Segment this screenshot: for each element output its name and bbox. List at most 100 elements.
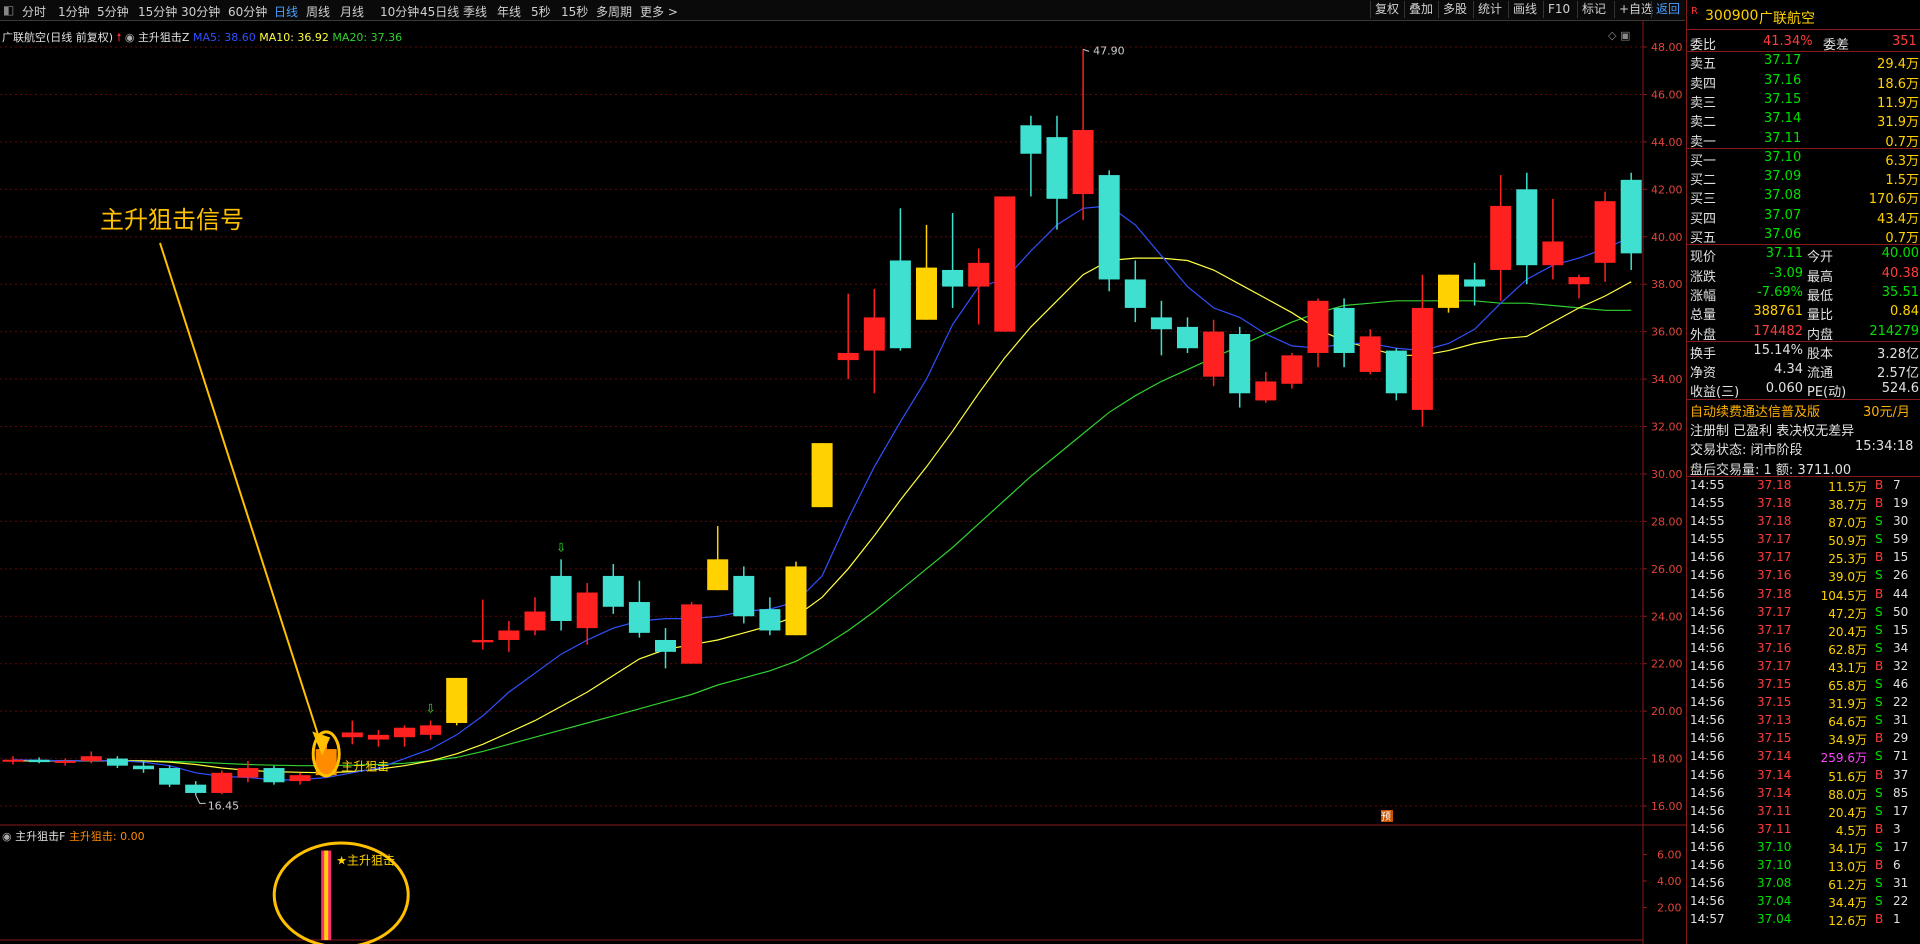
candle (916, 224, 937, 320)
chart-header: 广联航空(日线 前复权) 🠕 ◉ 主升狙击Z MA5: 38.60 MA10: … (2, 29, 402, 48)
fund-value: 3.28亿 (1877, 346, 1919, 362)
candle-body (54, 760, 76, 763)
candle-body (759, 609, 781, 631)
tick-side: S (1875, 803, 1883, 818)
toolbar-button[interactable]: 复权 (1370, 1, 1404, 18)
timeframe-tab[interactable]: 5秒 (531, 3, 551, 20)
tick-time: 14:56 (1690, 658, 1725, 673)
candle-body (1150, 317, 1172, 330)
promo-price[interactable]: 30元/月 (1863, 401, 1910, 420)
tick-side: B (1875, 731, 1884, 746)
indicator-name[interactable]: 主升狙击Z (138, 31, 190, 44)
candle (707, 526, 729, 591)
candle (1464, 262, 1486, 306)
chart-annotations: 主升狙击 47.90 16.45 ⇩ ⇩ 预 (159, 44, 1393, 823)
chart-corner-icons: ◇ ▣ (1608, 29, 1630, 42)
trade-status: 交易状态: 闭市阶段 (1690, 443, 1803, 459)
candle (785, 561, 807, 636)
panel-divider (1687, 147, 1920, 149)
tick-volume: 34.9万 (1828, 733, 1867, 748)
buy-arrow-icon: ⇩ (426, 702, 436, 716)
timeframe-tab[interactable]: 分时 (22, 3, 46, 20)
candle-body (628, 602, 650, 633)
toolbar-button[interactable]: 返回 (1651, 1, 1685, 18)
timeframe-tab[interactable]: 周线 (306, 3, 330, 20)
toolbar-button[interactable]: 多股 (1438, 1, 1473, 18)
timeframe-tab[interactable]: 5分钟 (97, 3, 129, 20)
tick-volume: 34.1万 (1828, 841, 1867, 856)
toolbar-button[interactable]: 画线 (1508, 1, 1543, 18)
menu-toggle-icon[interactable]: ◧ (3, 3, 14, 17)
diamond-icon[interactable]: ◇ (1608, 29, 1616, 42)
candle (1594, 191, 1616, 282)
tick-volume: 65.8万 (1828, 679, 1867, 693)
tick-side: B (1875, 767, 1884, 782)
timeframe-tab[interactable]: 15分钟 (138, 3, 177, 20)
stat-label: 最低 (1807, 288, 1834, 304)
toolbar-button[interactable]: F10 (1543, 1, 1577, 18)
low-price-label: 16.45 (208, 799, 240, 812)
tick-volume: 50.9万 (1828, 534, 1867, 549)
stock-name: 广联航空 (1759, 11, 1815, 27)
window-icon[interactable]: ▣ (1620, 29, 1630, 42)
candle (655, 628, 676, 669)
timeframe-tab[interactable]: 1分钟 (58, 3, 90, 20)
fund-value: 524.6 (1881, 381, 1919, 397)
dropdown-icon[interactable]: ◉ (125, 31, 135, 44)
timeframe-tab[interactable]: 更多 > (640, 3, 678, 20)
toolbar-button[interactable]: 标记 (1577, 1, 1614, 18)
toolbar-button[interactable]: +自选 (1614, 1, 1653, 18)
tick-count: 22 (1893, 695, 1909, 710)
toolbar-button[interactable]: 叠加 (1404, 1, 1438, 18)
candle-body (1490, 205, 1512, 270)
candle-body (785, 566, 807, 636)
promo-text-2: 注册制 已盈利 表决权无差异 (1690, 424, 1855, 439)
sub-indicator-name[interactable]: 主升狙击F (15, 830, 65, 843)
timeframe-tab[interactable]: 15秒 (561, 3, 588, 20)
timeframe-tab[interactable]: 10分钟 (380, 3, 419, 20)
stat-label: 内盘 (1807, 327, 1834, 343)
timeframe-tab[interactable]: 多周期 (596, 3, 632, 20)
candle (498, 620, 520, 652)
tick-price: 37.04 (1757, 894, 1792, 909)
timeframe-tab[interactable]: 年线 (497, 3, 521, 20)
axis-label: 46.00 (1651, 88, 1683, 101)
stat-label: 量比 (1807, 308, 1834, 324)
tick-count: 31 (1893, 876, 1909, 891)
tick-time: 14:56 (1690, 894, 1725, 909)
kline-chart[interactable]: 主升狙击 47.90 16.45 ⇩ ⇩ 预 48.00 46.00 44.00 42.00 40… (0, 20, 1686, 944)
candle (1490, 175, 1512, 301)
timeframe-tab[interactable]: 45日线 (420, 3, 459, 20)
stat-label: 最高 (1807, 269, 1834, 285)
axis-label: 24.00 (1651, 610, 1683, 623)
tick-price: 37.16 (1757, 640, 1792, 655)
candle (159, 765, 181, 788)
panel-divider (1687, 398, 1920, 400)
ask-label: 卖五 (1690, 57, 1717, 73)
timeframe-tab[interactable]: 30分钟 (181, 3, 220, 20)
stat-value: 0.84 (1890, 304, 1919, 320)
tick-time: 14:55 (1690, 532, 1725, 547)
tick-price: 37.18 (1757, 586, 1792, 601)
bid-price: 37.10 (1764, 149, 1802, 165)
tick-time: 14:56 (1690, 713, 1725, 728)
toolbar-button[interactable]: 统计 (1473, 1, 1508, 18)
high-price-label: 47.90 (1093, 44, 1125, 57)
sub-dropdown-icon[interactable]: ◉ (2, 830, 12, 843)
candle (1568, 274, 1590, 299)
timeframe-tab[interactable]: 60分钟 (228, 3, 267, 20)
quote-label: 委比 (1690, 38, 1717, 53)
candle-body (602, 575, 624, 607)
tick-side: S (1875, 876, 1883, 891)
status-time: 15:34:18 (1855, 439, 1914, 455)
candle-body (2, 759, 24, 762)
candle-body (1046, 137, 1068, 199)
timeframe-tab[interactable]: 月线 (340, 3, 364, 20)
tick-price: 37.18 (1757, 514, 1792, 529)
tick-price: 37.16 (1757, 568, 1792, 583)
timeframe-tab[interactable]: 日线 (274, 3, 298, 20)
tick-price: 37.15 (1757, 695, 1792, 710)
tick-time: 14:56 (1690, 640, 1725, 655)
timeframe-tab[interactable]: 季线 (463, 3, 487, 20)
candle-body (263, 768, 285, 783)
